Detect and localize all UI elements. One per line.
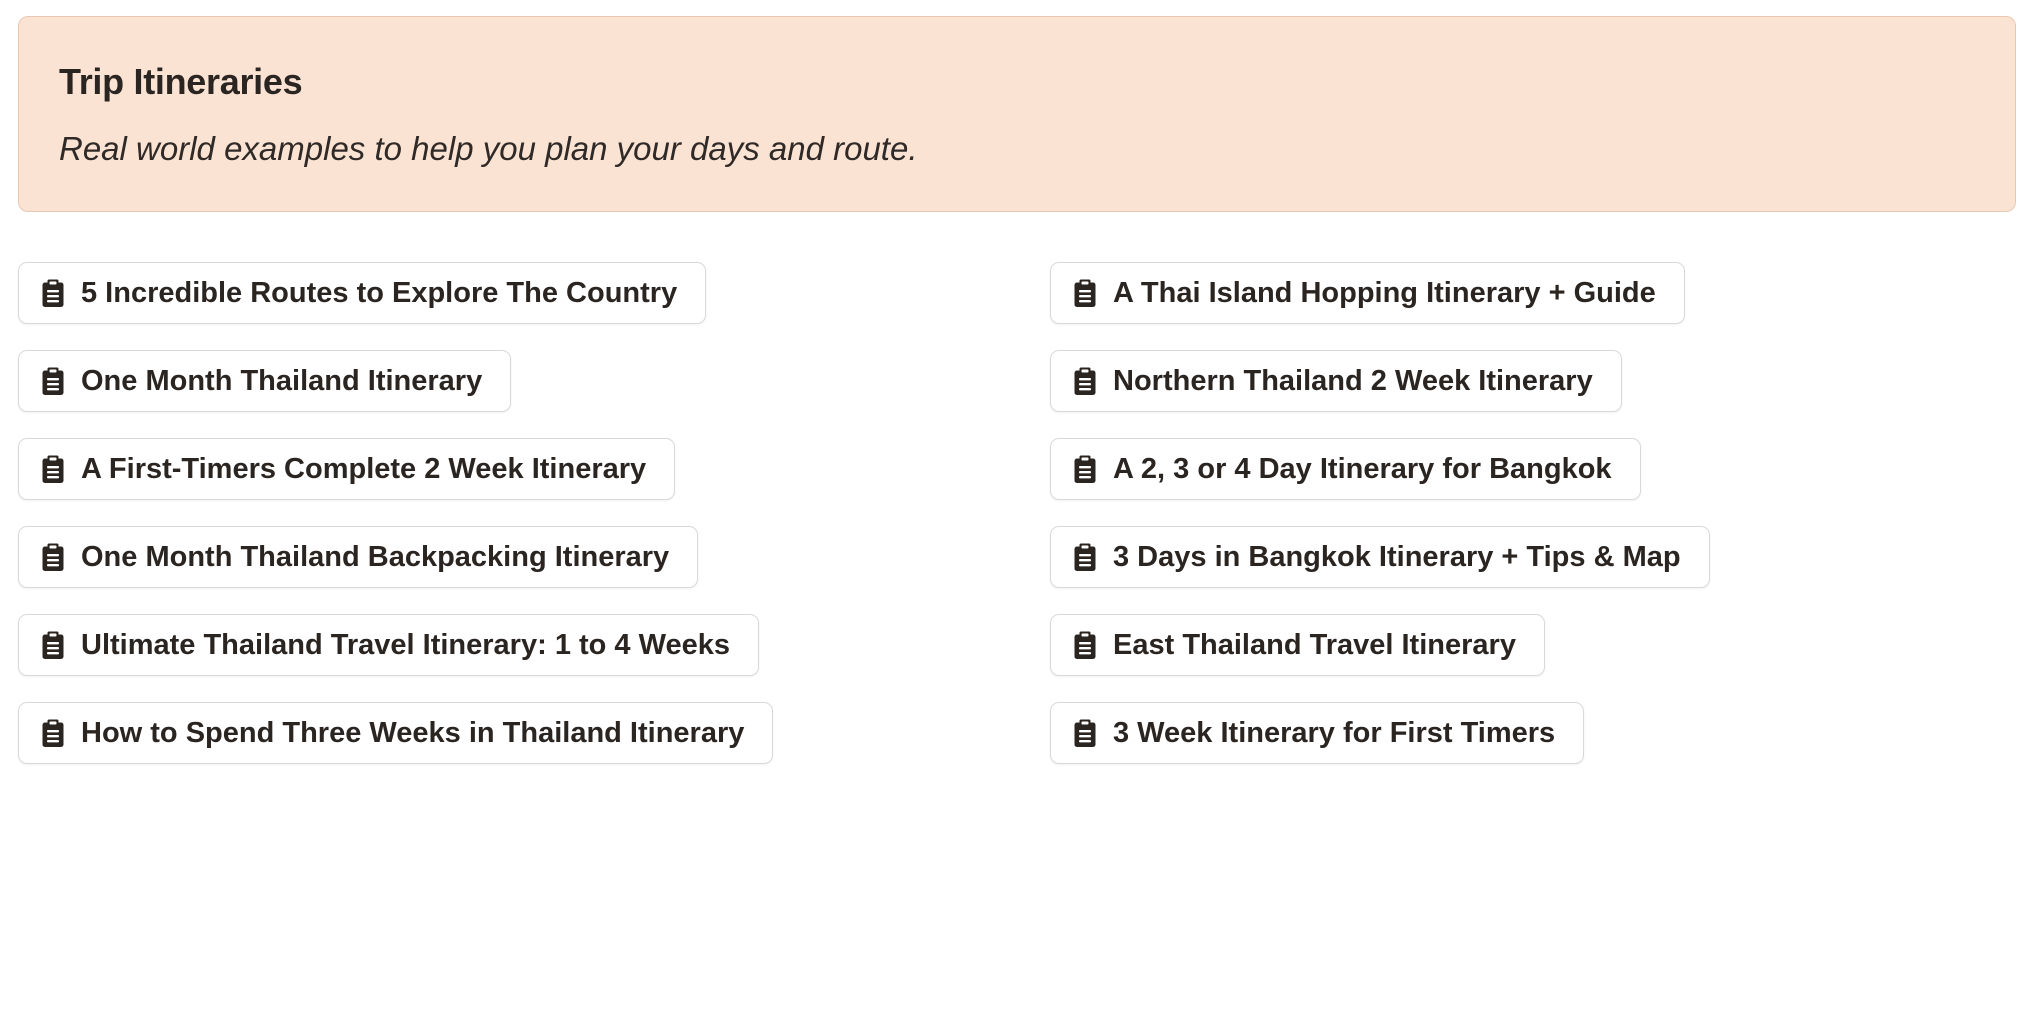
itinerary-link[interactable]: A Thai Island Hopping Itinerary + Guide bbox=[1050, 262, 1685, 324]
itinerary-link[interactable]: How to Spend Three Weeks in Thailand Iti… bbox=[18, 702, 774, 764]
clipboard-icon bbox=[42, 631, 64, 659]
itinerary-link[interactable]: A First-Timers Complete 2 Week Itinerary bbox=[18, 438, 676, 500]
clipboard-icon bbox=[1074, 719, 1096, 747]
itinerary-link-label: A Thai Island Hopping Itinerary + Guide bbox=[1113, 276, 1656, 309]
itinerary-link[interactable]: Ultimate Thailand Travel Itinerary: 1 to… bbox=[18, 614, 759, 676]
itinerary-link-label: 3 Week Itinerary for First Timers bbox=[1113, 716, 1556, 749]
clipboard-icon bbox=[1074, 279, 1096, 307]
itinerary-link-label: A 2, 3 or 4 Day Itinerary for Bangkok bbox=[1113, 452, 1612, 485]
clipboard-icon bbox=[1074, 455, 1096, 483]
itinerary-link[interactable]: A 2, 3 or 4 Day Itinerary for Bangkok bbox=[1050, 438, 1641, 500]
itinerary-link-label: Ultimate Thailand Travel Itinerary: 1 to… bbox=[81, 628, 730, 661]
page-subtitle: Real world examples to help you plan you… bbox=[59, 130, 918, 167]
header-banner: Trip Itineraries Real world examples to … bbox=[18, 16, 2016, 212]
itinerary-list-right: A Thai Island Hopping Itinerary + Guide … bbox=[1050, 262, 1710, 764]
itinerary-link-label: East Thailand Travel Itinerary bbox=[1113, 628, 1516, 661]
itinerary-list-left: 5 Incredible Routes to Explore The Count… bbox=[18, 262, 774, 764]
itinerary-link[interactable]: 3 Days in Bangkok Itinerary + Tips & Map bbox=[1050, 526, 1710, 588]
itinerary-link[interactable]: East Thailand Travel Itinerary bbox=[1050, 614, 1545, 676]
clipboard-icon bbox=[42, 367, 64, 395]
itinerary-link-label: One Month Thailand Itinerary bbox=[81, 364, 483, 397]
itinerary-link-label: 5 Incredible Routes to Explore The Count… bbox=[81, 276, 678, 309]
clipboard-icon bbox=[42, 543, 64, 571]
clipboard-icon bbox=[1074, 367, 1096, 395]
itinerary-link[interactable]: 5 Incredible Routes to Explore The Count… bbox=[18, 262, 707, 324]
itinerary-link-label: One Month Thailand Backpacking Itinerary bbox=[81, 540, 670, 573]
itinerary-link-label: How to Spend Three Weeks in Thailand Iti… bbox=[81, 716, 745, 749]
itinerary-link-label: A First-Timers Complete 2 Week Itinerary bbox=[81, 452, 647, 485]
clipboard-icon bbox=[42, 279, 64, 307]
clipboard-icon bbox=[42, 455, 64, 483]
itinerary-link[interactable]: One Month Thailand Itinerary bbox=[18, 350, 512, 412]
itinerary-link[interactable]: Northern Thailand 2 Week Itinerary bbox=[1050, 350, 1622, 412]
itinerary-link-label: 3 Days in Bangkok Itinerary + Tips & Map bbox=[1113, 540, 1681, 573]
page-title: Trip Itineraries bbox=[59, 61, 303, 102]
clipboard-icon bbox=[42, 719, 64, 747]
clipboard-icon bbox=[1074, 631, 1096, 659]
itinerary-link-label: Northern Thailand 2 Week Itinerary bbox=[1113, 364, 1593, 397]
itinerary-link[interactable]: One Month Thailand Backpacking Itinerary bbox=[18, 526, 699, 588]
clipboard-icon bbox=[1074, 543, 1096, 571]
itinerary-link[interactable]: 3 Week Itinerary for First Timers bbox=[1050, 702, 1585, 764]
